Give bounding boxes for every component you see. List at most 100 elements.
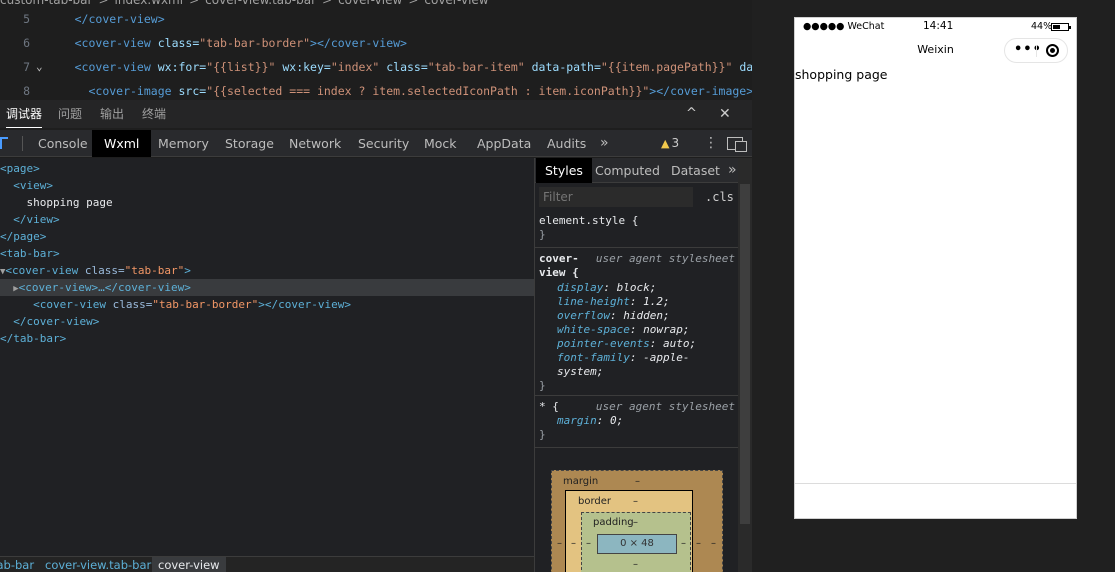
code-editor[interactable]: custom-tab-bar > index.wxml > cover-view.tab… [0, 0, 752, 100]
tab-bar-border [795, 483, 1076, 484]
code-token: class= [150, 36, 200, 50]
collapse-panel-icon[interactable]: ^ [686, 100, 697, 128]
more-icon[interactable]: ••• [1014, 42, 1042, 58]
tab-computed[interactable]: Computed [595, 158, 660, 183]
editor-breadcrumb-item[interactable]: cover-view.tab-bar [205, 0, 316, 7]
code-token: src= [171, 84, 207, 98]
crumb-cover-view[interactable]: cover-view [152, 557, 226, 572]
tree-node[interactable]: ▼<cover-view class="tab-bar"> [0, 262, 534, 279]
status-time: 14:41 [923, 20, 954, 32]
panel-tab-terminal[interactable]: 终端 [142, 100, 166, 128]
css-property: line-height [557, 295, 630, 308]
css-property: margin [557, 414, 597, 427]
tree-tag: </cover-view> [0, 315, 100, 328]
editor-breadcrumb-item[interactable]: index.wxml [115, 0, 184, 7]
tree-tag: <page> [0, 162, 40, 175]
tab-appdata[interactable]: AppData [477, 130, 531, 157]
more-style-tabs-icon[interactable]: » [728, 158, 737, 183]
tree-node[interactable]: shopping page [0, 194, 534, 211]
element-style-rule[interactable]: element.style { } [535, 212, 738, 248]
editor-breadcrumb-item[interactable]: custom-tab-bar [0, 0, 92, 7]
code-token: "{{selected === index ? item.selectedIco… [206, 84, 650, 98]
tree-node[interactable]: </page> [0, 228, 534, 245]
tab-storage[interactable]: Storage [225, 130, 274, 157]
capsule-divider [1036, 45, 1037, 57]
crumb-cover-view-tab-bar[interactable]: cover-view.tab-bar [45, 557, 151, 572]
code-token: <cover-image [88, 84, 172, 98]
wxml-tree[interactable]: <page> <view> shopping page </view> </pag… [0, 158, 534, 556]
tab-network[interactable]: Network [289, 130, 341, 157]
panel-tab-output[interactable]: 输出 [100, 100, 124, 128]
tab-memory[interactable]: Memory [158, 130, 209, 157]
tab-styles[interactable]: Styles [536, 158, 592, 183]
border-right-value: – [696, 538, 701, 549]
tree-node[interactable]: </cover-view> [0, 313, 534, 330]
border-top-value: – [633, 496, 638, 507]
tree-node[interactable]: ▶<cover-view>…</cover-view> [0, 279, 534, 296]
tab-console[interactable]: Console [38, 130, 88, 157]
crumb-tab-bar[interactable]: tab-bar [0, 557, 34, 572]
css-declaration[interactable]: line-height: 1.2; [539, 295, 735, 309]
tree-tag: </view> [0, 213, 60, 226]
warnings-badge[interactable]: ▲ 3 [661, 130, 679, 157]
editor-breadcrumb-item[interactable]: cover-view [338, 0, 402, 7]
css-declaration[interactable]: font-family: -apple-system; [539, 351, 735, 379]
tree-node[interactable]: </tab-bar> [0, 330, 534, 347]
menu-capsule[interactable]: ••• [1004, 38, 1068, 63]
tree-token: class= [105, 298, 153, 311]
phone-simulator[interactable]: ●●●●● WeChat 14:41 44% Weixin ••• shoppi… [794, 17, 1077, 519]
tree-token: > [184, 264, 191, 277]
inspect-element-icon[interactable] [0, 137, 8, 149]
line-number: 8 [23, 84, 30, 98]
close-panel-icon[interactable]: ✕ [719, 100, 731, 128]
close-miniprogram-icon[interactable] [1046, 44, 1059, 57]
element-breadcrumb: tab-bar cover-view.tab-bar cover-view [0, 556, 534, 572]
css-declaration[interactable]: display: block; [539, 281, 735, 295]
css-declaration[interactable]: pointer-events: auto; [539, 337, 735, 351]
universal-rule[interactable]: user agent stylesheet * { margin: 0; } [535, 398, 738, 448]
tree-node[interactable]: </view> [0, 211, 534, 228]
status-bar: ●●●●● WeChat 14:41 44% [795, 18, 1076, 36]
styles-filter-input[interactable] [539, 187, 693, 207]
code-token: <cover-view [74, 36, 151, 50]
css-declaration[interactable]: white-space: nowrap; [539, 323, 735, 337]
css-declaration[interactable]: margin: 0; [539, 414, 735, 428]
code-token: <cover-view [74, 60, 151, 74]
code-token: ></cover-view> [310, 36, 407, 50]
code-line[interactable]: 7 <cover-view wx:for="{{list}}" wx:key="… [0, 55, 752, 79]
fold-chevron-icon[interactable]: ⌄ [36, 55, 43, 79]
css-value: hidden; [623, 309, 670, 322]
styles-scrollbar[interactable] [738, 158, 752, 572]
cls-toggle-button[interactable]: .cls [705, 187, 734, 207]
css-property: font-family [557, 351, 630, 364]
tree-node[interactable]: <view> [0, 177, 534, 194]
editor-breadcrumb-item[interactable]: cover-view [424, 0, 488, 7]
more-tabs-icon[interactable]: » [600, 130, 609, 157]
tree-node[interactable]: <cover-view class="tab-bar-border"></cov… [0, 296, 534, 313]
tab-dataset[interactable]: Dataset [671, 158, 720, 183]
margin-label: margin [563, 476, 599, 487]
css-colon: : [629, 295, 644, 308]
tab-wxml[interactable]: Wxml [92, 130, 152, 157]
margin-top-value: – [635, 476, 640, 487]
margin-right-value: – [711, 538, 716, 549]
tab-mock[interactable]: Mock [424, 130, 457, 157]
tree-node[interactable]: <page> [0, 160, 534, 177]
tab-audits[interactable]: Audits [547, 130, 586, 157]
code-token: wx:for= [150, 60, 207, 74]
css-value: auto; [662, 337, 697, 350]
styles-pane: Styles Computed Dataset » .cls element.s… [534, 158, 738, 572]
code-line[interactable]: 5 </cover-view> [0, 7, 752, 31]
code-line[interactable]: 6 <cover-view class="tab-bar-border"></c… [0, 31, 752, 55]
panel-tab-debugger[interactable]: 调试器 [6, 100, 43, 128]
scrollbar-thumb[interactable] [740, 184, 750, 524]
tab-security[interactable]: Security [358, 130, 409, 157]
code-line[interactable]: 8 <cover-image src="{{selected === index… [0, 79, 752, 100]
tree-node[interactable]: <tab-bar> [0, 245, 534, 262]
code-token: "index" [330, 60, 380, 74]
dock-side-icon[interactable] [727, 137, 747, 152]
panel-tab-problems[interactable]: 问题 [58, 100, 82, 128]
cover-view-rule[interactable]: user agent stylesheet cover-view { displ… [535, 250, 738, 396]
css-declaration[interactable]: overflow: hidden; [539, 309, 735, 323]
devtools-menu-icon[interactable]: ⋮ [704, 130, 718, 157]
